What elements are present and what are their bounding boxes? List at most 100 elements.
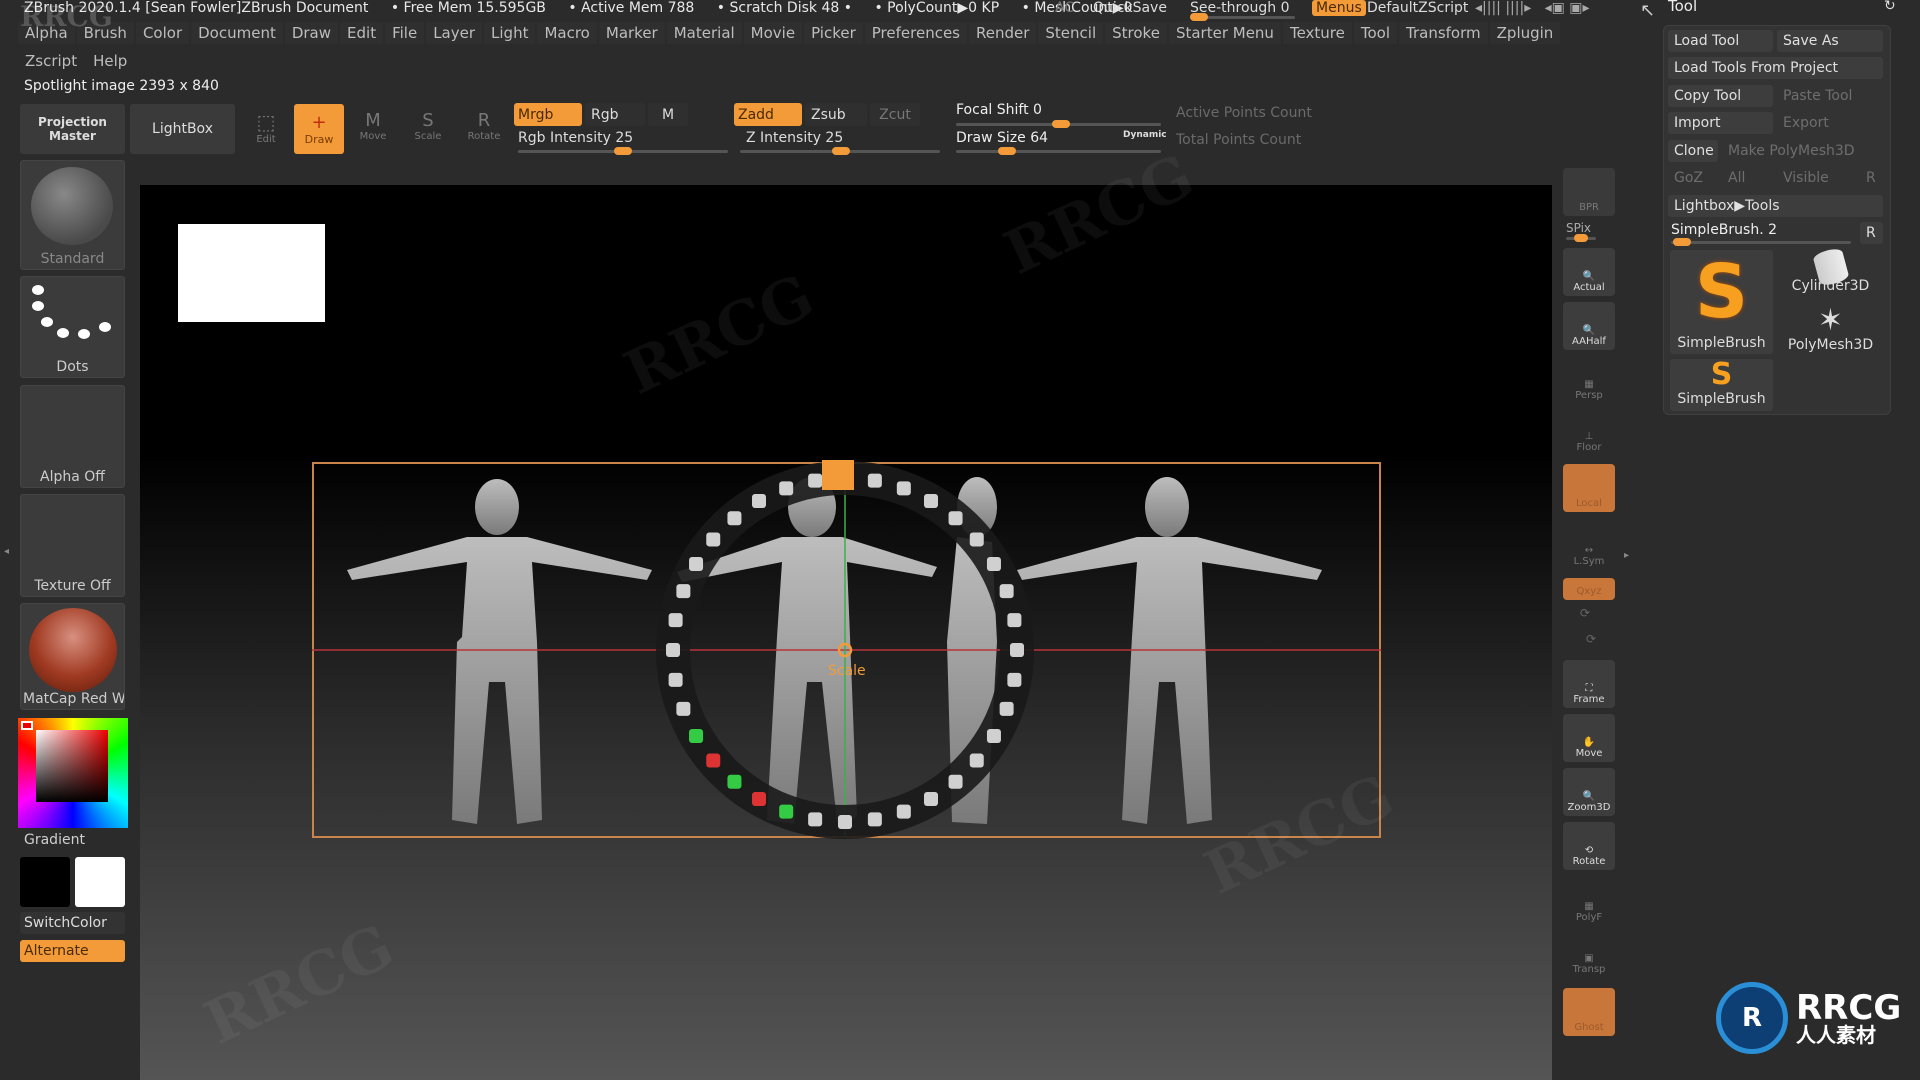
goz-all-button[interactable]: All xyxy=(1722,167,1772,189)
switchcolor-button[interactable]: SwitchColor xyxy=(20,912,125,934)
spix-slider[interactable]: SPix xyxy=(1566,221,1596,242)
zoom3d-button[interactable]: 🔍 Zoom3D xyxy=(1563,768,1615,816)
clone-button[interactable]: Clone xyxy=(1668,140,1718,162)
menu-material[interactable]: Material xyxy=(666,22,742,44)
frame-button[interactable]: ⛶ Frame xyxy=(1563,660,1615,708)
material-button[interactable]: MatCap Red Wa xyxy=(20,603,125,710)
import-button[interactable]: Import xyxy=(1668,112,1773,134)
zcut-button[interactable]: Zcut xyxy=(870,103,920,126)
zsub-button[interactable]: Zsub xyxy=(805,103,867,126)
menu-transform[interactable]: Transform xyxy=(1399,22,1488,44)
focal-shift-slider[interactable] xyxy=(956,120,1161,128)
persp-button[interactable]: ▦ Persp xyxy=(1563,356,1615,404)
reset-icon[interactable]: ↻ xyxy=(1884,0,1896,14)
menu-alpha[interactable]: Alpha xyxy=(18,22,75,44)
menu-macro[interactable]: Macro xyxy=(537,22,597,44)
goz-button[interactable]: GoZ xyxy=(1668,167,1718,189)
right-tray-toggle-icon[interactable]: ▸ xyxy=(1624,550,1629,561)
goz-visible-button[interactable]: Visible xyxy=(1777,167,1857,189)
menu-layer[interactable]: Layer xyxy=(426,22,483,44)
brush-button[interactable]: Standard xyxy=(20,160,125,270)
menu-stroke[interactable]: Stroke xyxy=(1105,22,1167,44)
z-rotate-icon[interactable]: ⟳ xyxy=(1586,632,1596,646)
tool-r-button[interactable]: R xyxy=(1860,222,1883,244)
menu-marker[interactable]: Marker xyxy=(598,22,665,44)
spotlight-dial[interactable] xyxy=(655,460,1035,840)
rotate-view-button[interactable]: ⟲ Rotate xyxy=(1563,822,1615,870)
polyf-button[interactable]: ▦ PolyF xyxy=(1563,878,1615,926)
xyz-rotate-button[interactable]: Qxyz xyxy=(1563,578,1615,600)
tool-thumb-simplebrush[interactable]: S SimpleBrush xyxy=(1670,250,1773,354)
y-rotate-icon[interactable]: ⟳ xyxy=(1580,606,1590,620)
menu-document[interactable]: Document xyxy=(191,22,283,44)
draw-size-slider[interactable] xyxy=(956,147,1161,155)
zadd-button[interactable]: Zadd xyxy=(734,103,802,126)
left-tray-toggle-icon[interactable]: ◂ xyxy=(4,546,9,557)
menu-render[interactable]: Render xyxy=(969,22,1037,44)
menu-help[interactable]: Help xyxy=(86,50,134,72)
m-button[interactable]: M xyxy=(648,103,688,126)
load-tools-from-project-button[interactable]: Load Tools From Project xyxy=(1668,57,1883,79)
default-zscript[interactable]: DefaultZScript xyxy=(1367,0,1468,16)
menu-file[interactable]: File xyxy=(385,22,425,44)
menu-movie[interactable]: Movie xyxy=(743,22,803,44)
actual-button[interactable]: 🔍 Actual xyxy=(1563,248,1615,296)
draw-button[interactable]: + Draw xyxy=(294,104,344,154)
menu-texture[interactable]: Texture xyxy=(1282,22,1352,44)
menu-starter-menu[interactable]: Starter Menu xyxy=(1168,22,1281,44)
lightbox-tools-button[interactable]: Lightbox▶Tools xyxy=(1668,195,1883,217)
stroke-button[interactable]: Dots xyxy=(20,276,125,378)
tool-thumb-simplebrush-2[interactable]: S SimpleBrush xyxy=(1670,359,1773,411)
lsym-button[interactable]: ↔ L.Sym xyxy=(1563,522,1615,570)
edit-button[interactable]: ⬚ Edit xyxy=(248,110,284,145)
paste-tool-button[interactable]: Paste Tool xyxy=(1777,85,1883,107)
menu-color[interactable]: Color xyxy=(135,22,190,44)
menu-tool[interactable]: Tool xyxy=(1353,22,1398,44)
load-tool-button[interactable]: Load Tool xyxy=(1668,30,1773,52)
quicksave-button[interactable]: QuickSave xyxy=(1093,0,1167,16)
copy-tool-button[interactable]: Copy Tool xyxy=(1668,85,1773,107)
aahalf-button[interactable]: 🔍 AAHalf xyxy=(1563,302,1615,350)
local-button[interactable]: Local xyxy=(1563,464,1615,512)
export-button[interactable]: Export xyxy=(1777,112,1883,134)
menu-edit[interactable]: Edit xyxy=(340,22,384,44)
z-intensity-slider[interactable] xyxy=(740,147,940,155)
alternate-button[interactable]: Alternate xyxy=(20,940,125,962)
rgb-intensity-slider[interactable] xyxy=(518,147,728,155)
texture-button[interactable]: Texture Off xyxy=(20,494,125,597)
menus-toggle[interactable]: Menus xyxy=(1312,0,1366,16)
dynamic-button[interactable]: Dynamic xyxy=(1123,130,1167,140)
save-as-button[interactable]: Save As xyxy=(1777,30,1883,52)
make-polymesh3d-button[interactable]: Make PolyMesh3D xyxy=(1722,140,1883,162)
menu-picker[interactable]: Picker xyxy=(804,22,863,44)
layout-arrows-icon[interactable]: ◂|||| ||||▸ ◂▣ ▣▸ xyxy=(1475,0,1590,16)
menu-light[interactable]: Light xyxy=(484,22,536,44)
menu-stencil[interactable]: Stencil xyxy=(1038,22,1104,44)
tool-thumb-polymesh3d[interactable]: ✶ PolyMesh3D xyxy=(1778,305,1883,355)
rotate-button[interactable]: R Rotate xyxy=(466,110,502,142)
menu-draw[interactable]: Draw xyxy=(284,22,339,44)
see-through-slider[interactable]: See-through 0 xyxy=(1190,0,1295,21)
canvas-viewport[interactable]: Scale xyxy=(140,185,1552,1080)
move-button[interactable]: M Move xyxy=(355,110,391,142)
rgb-button[interactable]: Rgb xyxy=(585,103,645,126)
alpha-button[interactable]: Alpha Off xyxy=(20,385,125,488)
color-picker[interactable] xyxy=(18,718,128,828)
main-color-swatch[interactable] xyxy=(75,857,125,907)
menu-zplugin[interactable]: Zplugin xyxy=(1489,22,1561,44)
tool-thumb-cylinder3d[interactable]: Cylinder3D xyxy=(1778,246,1883,300)
projection-master-button[interactable]: Projection Master xyxy=(20,104,125,154)
tool-slider[interactable] xyxy=(1671,238,1851,246)
menu-brush[interactable]: Brush xyxy=(76,22,134,44)
secondary-color-swatch[interactable] xyxy=(20,857,70,907)
transp-button[interactable]: ▣ Transp xyxy=(1563,930,1615,978)
floor-button[interactable]: ⊥ Floor xyxy=(1563,408,1615,456)
lightbox-button[interactable]: LightBox xyxy=(130,104,235,154)
menu-preferences[interactable]: Preferences xyxy=(864,22,967,44)
ghost-button[interactable]: Ghost xyxy=(1563,988,1615,1036)
menu-zscript[interactable]: Zscript xyxy=(18,50,84,72)
scale-button[interactable]: S Scale xyxy=(410,110,446,142)
pin-icon[interactable]: ↖ xyxy=(1640,0,1655,21)
goz-r-button[interactable]: R xyxy=(1860,167,1883,189)
move-view-button[interactable]: ✋ Move xyxy=(1563,714,1615,762)
